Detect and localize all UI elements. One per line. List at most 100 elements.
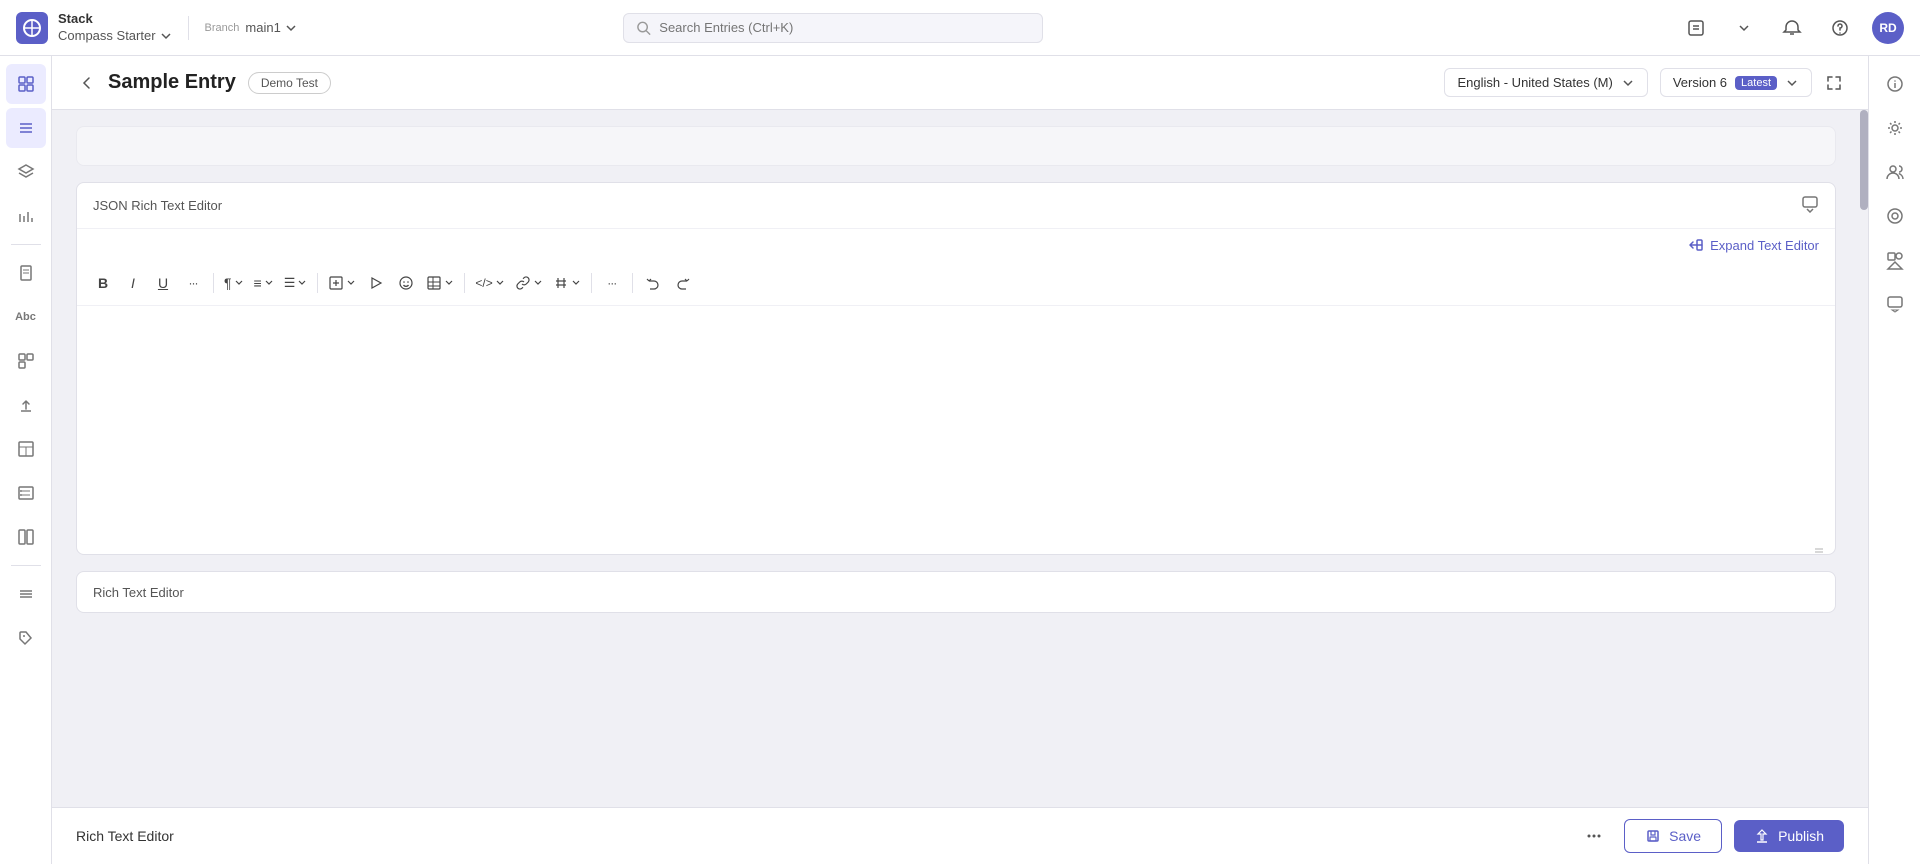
sidebar-item-grid[interactable] [6, 517, 46, 557]
right-info-icon[interactable] [1875, 64, 1915, 104]
underline-button[interactable]: U [149, 269, 177, 297]
toolbar-sep-4 [591, 273, 592, 293]
sidebar-item-document[interactable] [6, 253, 46, 293]
undo-icon [645, 275, 661, 291]
bell-icon[interactable] [1776, 12, 1808, 44]
more-options-button[interactable]: ··· [598, 269, 626, 297]
rte-toolbar: B I U ··· ¶ ≡ [77, 261, 1835, 306]
branch-selector[interactable]: Branch main1 [205, 20, 297, 35]
expand-text-editor-button[interactable]: Expand Text Editor [77, 229, 1835, 261]
list-button[interactable]: ☰ [280, 269, 312, 297]
right-chat-icon[interactable] [1875, 284, 1915, 324]
expand-icon [1688, 237, 1704, 253]
search-icon [636, 20, 651, 36]
right-shapes-icon[interactable] [1875, 240, 1915, 280]
more-options-bottom-button[interactable] [1576, 818, 1612, 854]
locale-selector[interactable]: English - United States (M) [1444, 68, 1647, 97]
redo-button[interactable] [669, 269, 697, 297]
right-panel [1868, 56, 1920, 864]
link-icon [515, 275, 531, 291]
comment-icon[interactable] [1801, 195, 1819, 216]
help-icon[interactable] [1824, 12, 1856, 44]
save-button[interactable]: Save [1624, 819, 1722, 853]
align-button[interactable]: ≡ [250, 269, 278, 297]
entry-title: Sample Entry [108, 71, 236, 94]
sidebar-item-tag[interactable] [6, 618, 46, 658]
json-rte-card: JSON Rich Text Editor Expand Text Editor [76, 182, 1836, 555]
back-button[interactable] [76, 73, 96, 93]
sidebar-item-settings[interactable] [6, 574, 46, 614]
sidebar-item-dashboard[interactable] [6, 64, 46, 104]
more-format-button[interactable]: ··· [179, 269, 207, 297]
sidebar-item-layers[interactable] [6, 152, 46, 192]
rich-text-editor-label: Rich Text Editor [93, 585, 184, 600]
editor-area: JSON Rich Text Editor Expand Text Editor [52, 110, 1868, 808]
chevron-down-icon[interactable] [1728, 12, 1760, 44]
logo[interactable]: Stack Compass Starter [16, 11, 172, 45]
publish-icon [1754, 828, 1770, 844]
sidebar-item-chart[interactable] [6, 196, 46, 236]
toolbar-sep-3 [464, 273, 465, 293]
sidebar-item-list[interactable] [6, 108, 46, 148]
right-settings-icon[interactable] [1875, 108, 1915, 148]
vertical-scrollbar[interactable] [1860, 110, 1868, 808]
toolbar-sep-1 [213, 273, 214, 293]
nav-right: RD [1680, 12, 1904, 44]
content-panel: Sample Entry Demo Test English - United … [52, 56, 1868, 864]
bottom-bar: Rich Text Editor Save Publish [52, 807, 1868, 864]
paragraph-button[interactable]: ¶ [220, 269, 248, 297]
sidebar-divider-1 [11, 244, 41, 245]
emoji-button[interactable] [392, 269, 420, 297]
main-layout: Abc Sample Entry Dem [0, 56, 1920, 864]
bottom-actions: Save Publish [1576, 818, 1844, 854]
hash-icon [553, 275, 569, 291]
save-icon [1645, 828, 1661, 844]
json-rte-content[interactable] [77, 306, 1835, 546]
sidebar-item-text[interactable]: Abc [6, 297, 46, 337]
table-icon [426, 275, 442, 291]
code-button[interactable]: </> [471, 269, 508, 297]
fullscreen-button[interactable] [1824, 73, 1844, 93]
play-icon [368, 275, 384, 291]
toolbar-sep-5 [632, 273, 633, 293]
rich-text-editor-card: Rich Text Editor [76, 571, 1836, 613]
link-button[interactable] [511, 269, 547, 297]
rte-resize-handle[interactable] [77, 546, 1835, 554]
sidebar-divider-2 [11, 565, 41, 566]
right-people-icon[interactable] [1875, 152, 1915, 192]
search-bar[interactable] [623, 13, 1043, 43]
right-radio-icon[interactable] [1875, 196, 1915, 236]
emoji-icon [398, 275, 414, 291]
table-button[interactable] [422, 269, 458, 297]
top-nav: Stack Compass Starter Branch main1 [0, 0, 1920, 56]
editor-scroll[interactable]: JSON Rich Text Editor Expand Text Editor [52, 110, 1860, 808]
header-right: English - United States (M) Version 6 La… [1444, 68, 1844, 97]
entry-badge[interactable]: Demo Test [248, 72, 331, 94]
version-selector[interactable]: Version 6 Latest [1660, 68, 1812, 97]
json-rte-label: JSON Rich Text Editor [93, 198, 222, 213]
toolbar-sep-2 [317, 273, 318, 293]
insert-button[interactable] [324, 269, 360, 297]
redo-icon [675, 275, 691, 291]
bookmark-icon[interactable] [1680, 12, 1712, 44]
insert-icon [328, 275, 344, 291]
undo-button[interactable] [639, 269, 667, 297]
scrollbar-thumb[interactable] [1860, 110, 1868, 210]
nav-divider [188, 16, 189, 40]
top-section-partial [76, 126, 1836, 166]
logo-text: Stack Compass Starter [58, 11, 172, 45]
left-sidebar: Abc [0, 56, 52, 864]
hash-button[interactable] [549, 269, 585, 297]
entry-header: Sample Entry Demo Test English - United … [52, 56, 1868, 110]
sidebar-item-form[interactable] [6, 473, 46, 513]
sidebar-item-layout[interactable] [6, 429, 46, 469]
bold-button[interactable]: B [89, 269, 117, 297]
italic-button[interactable]: I [119, 269, 147, 297]
sidebar-item-component[interactable] [6, 341, 46, 381]
search-input[interactable] [659, 20, 1030, 35]
media-button[interactable] [362, 269, 390, 297]
rich-text-bottom-label: Rich Text Editor [76, 828, 174, 844]
json-rte-header: JSON Rich Text Editor [77, 183, 1835, 229]
sidebar-item-upload[interactable] [6, 385, 46, 425]
publish-button[interactable]: Publish [1734, 820, 1844, 852]
